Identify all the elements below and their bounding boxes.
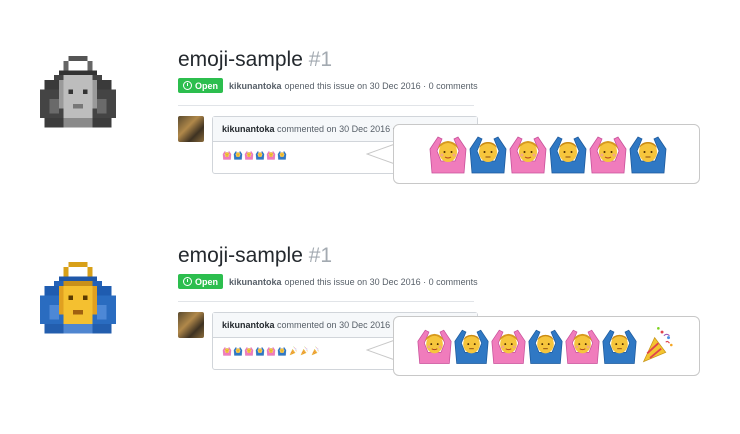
issue-number: #1: [308, 244, 333, 267]
issue-author-link[interactable]: kikunantoka: [229, 81, 282, 91]
grayscale-pixel-person-icon: [39, 56, 117, 128]
man-ok-gesture-icon: [255, 150, 265, 160]
party-popper-icon: [638, 323, 675, 367]
status-badge-label: Open: [195, 80, 219, 91]
callout-pointer: [366, 142, 396, 166]
woman-ok-gesture-icon: [266, 150, 276, 160]
issue-number: #1: [308, 48, 333, 71]
woman-ok-gesture-icon: [244, 150, 254, 160]
issue-title: emoji-sample #1: [178, 48, 478, 72]
issue-title: emoji-sample #1: [178, 244, 478, 268]
woman-ok-gesture-icon: [508, 131, 548, 175]
issue-header: emoji-sample #1 Open kikunantoka opened …: [178, 244, 478, 302]
issue-opened-icon: [183, 277, 192, 286]
zoom-callout: [393, 316, 700, 376]
party-popper-icon: [299, 346, 309, 356]
callout-emoji-row: [428, 131, 668, 175]
man-ok-gesture-icon: [548, 131, 588, 175]
man-ok-gesture-icon: [277, 346, 287, 356]
callout-pointer: [366, 338, 396, 362]
repo-title[interactable]: emoji-sample: [178, 244, 303, 267]
man-ok-gesture-icon: [255, 346, 265, 356]
man-ok-gesture-icon: [468, 131, 508, 175]
party-popper-icon: [310, 346, 320, 356]
woman-ok-gesture-icon: [266, 346, 276, 356]
comment-author-link[interactable]: kikunantoka: [222, 320, 275, 330]
repo-title[interactable]: emoji-sample: [178, 48, 303, 71]
man-ok-gesture-icon: [601, 323, 638, 367]
man-ok-gesture-icon: [527, 323, 564, 367]
man-ok-gesture-icon: [628, 131, 668, 175]
avatar[interactable]: [178, 312, 204, 338]
issue-meta: Open kikunantoka opened this issue on 30…: [178, 274, 478, 289]
party-popper-icon: [288, 346, 298, 356]
woman-ok-gesture-icon: [416, 323, 453, 367]
issue-meta: Open kikunantoka opened this issue on 30…: [178, 78, 478, 93]
panel-before: emoji-sample #1 Open kikunantoka opened …: [0, 0, 740, 200]
man-ok-gesture-icon: [233, 346, 243, 356]
woman-ok-gesture-icon: [222, 150, 232, 160]
woman-ok-gesture-icon: [588, 131, 628, 175]
status-badge-label: Open: [195, 276, 219, 287]
woman-ok-gesture-icon: [244, 346, 254, 356]
woman-ok-gesture-icon: [222, 346, 232, 356]
status-badge: Open: [178, 274, 224, 289]
woman-ok-gesture-icon: [428, 131, 468, 175]
man-ok-gesture-icon: [277, 150, 287, 160]
man-ok-gesture-icon: [233, 150, 243, 160]
divider: [178, 301, 474, 302]
avatar[interactable]: [178, 116, 204, 142]
issue-opened-icon: [183, 81, 192, 90]
woman-ok-gesture-icon: [564, 323, 601, 367]
comment-meta-text: commented on 30 Dec 2016 •: [277, 320, 396, 330]
issue-author-link[interactable]: kikunantoka: [229, 277, 282, 287]
panel-after: emoji-sample #1 Open kikunantoka opened …: [0, 196, 740, 396]
issue-header: emoji-sample #1 Open kikunantoka opened …: [178, 48, 478, 106]
woman-ok-gesture-icon: [490, 323, 527, 367]
man-ok-gesture-icon: [453, 323, 490, 367]
comment-author-link[interactable]: kikunantoka: [222, 124, 275, 134]
comment-meta-text: commented on 30 Dec 2016 •: [277, 124, 396, 134]
issue-meta-text: opened this issue on 30 Dec 2016 · 0 com…: [284, 80, 478, 91]
color-pixel-person-icon: [39, 262, 117, 334]
zoom-callout: [393, 124, 700, 184]
status-badge: Open: [178, 78, 224, 93]
divider: [178, 105, 474, 106]
callout-emoji-row: [416, 323, 675, 367]
issue-meta-text: opened this issue on 30 Dec 2016 · 0 com…: [284, 276, 478, 287]
